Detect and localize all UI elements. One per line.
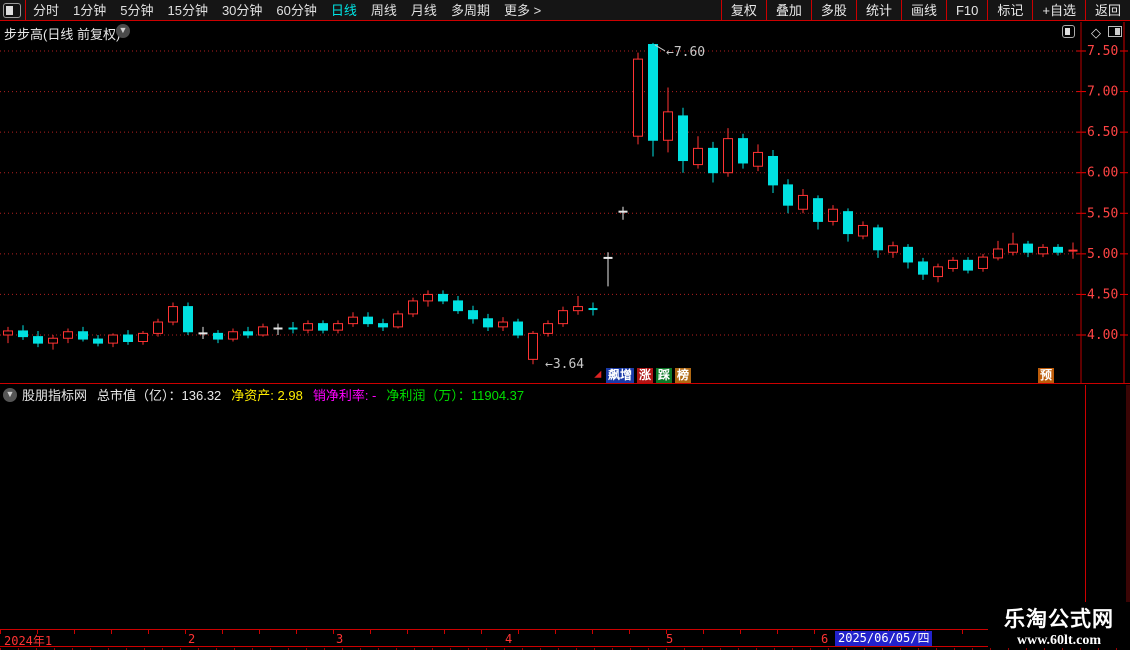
badge-涨: 涨	[637, 368, 654, 383]
status-item: 总市值（亿）：136.32	[97, 388, 222, 403]
svg-text:6.50: 6.50	[1087, 125, 1118, 140]
event-badges: 飙增涨踩榜	[594, 368, 692, 383]
menu-item-月线[interactable]: 月线	[404, 0, 444, 21]
status-item: 净资产: 2.98	[231, 388, 303, 403]
menu-item-日线[interactable]: 日线	[324, 0, 364, 21]
time-axis[interactable]: 2024年1 2 3 4 5 6 2025/06/05/四	[0, 629, 1130, 648]
svg-text:←7.60: ←7.60	[666, 45, 705, 60]
svg-text:5.00: 5.00	[1087, 247, 1118, 262]
watermark-url: www.60lt.com	[1017, 633, 1101, 648]
current-date-box: 2025/06/05/四	[835, 631, 933, 646]
watermark-title: 乐淘公式网	[1004, 608, 1114, 631]
action-menu: 复权 叠加 多股 统计 画线 F10 标记 +自选 返回	[720, 0, 1130, 21]
top-toolbar: 分时 1分钟 5分钟 15分钟 30分钟 60分钟 日线 周线 月线 多周期 更多 > 复权 叠加 多股…	[0, 0, 1130, 21]
time-axis-label: 2024年1	[4, 634, 53, 648]
forecast-badge-wrap: 预	[1038, 368, 1055, 383]
svg-text:5.50: 5.50	[1087, 206, 1118, 221]
chevron-down-icon[interactable]: ▼	[3, 387, 17, 402]
svg-text:4.50: 4.50	[1087, 287, 1118, 302]
diamond-icon[interactable]: ◇	[1091, 25, 1101, 41]
menu-item-60分钟[interactable]: 60分钟	[269, 0, 323, 21]
status-bar: ▼ 股朋指标网 总市值（亿）：136.32 净资产: 2.98 销净利率: - 净利润…	[0, 385, 1130, 404]
status-items: 总市值（亿）：136.32 净资产: 2.98 销净利率: - 净利润（万）：1190…	[97, 385, 534, 404]
chart-title[interactable]: 步步高(日线 前复权)	[4, 24, 120, 43]
badge-forecast: 预	[1038, 368, 1055, 383]
maximize-icon[interactable]	[1108, 26, 1122, 37]
candlestick-chart-area: 7.50 7.00 6.50 6.00 5.50 5.00 4.50 4.00 ←7.60 ←3.…	[0, 22, 1130, 384]
toolbar-button-标记[interactable]: 标记	[988, 0, 1032, 21]
menu-item-多周期[interactable]: 多周期	[444, 0, 497, 21]
status-item: 净利润（万）：11904.37	[386, 388, 525, 403]
svg-text:4.00: 4.00	[1087, 328, 1118, 343]
menu-item-5分钟[interactable]: 5分钟	[113, 0, 160, 21]
panel-right-border	[1085, 385, 1086, 629]
toolbar-button-返回[interactable]: 返回	[1086, 0, 1130, 21]
badge-飙增: 飙增	[606, 368, 635, 383]
brand-label: 股朋指标网	[22, 388, 88, 403]
menu-item-30分钟[interactable]: 30分钟	[215, 0, 269, 21]
svg-text:←3.64: ←3.64	[545, 357, 584, 372]
time-axis-label: 4	[505, 632, 513, 646]
svg-text:7.50: 7.50	[1087, 44, 1118, 59]
toolbar-button-多股[interactable]: 多股	[812, 0, 856, 21]
toolbar-button-F10[interactable]: F10	[947, 0, 987, 21]
watermark: 乐淘公式网 www.60lt.com	[988, 602, 1130, 648]
time-axis-label: 5	[666, 632, 674, 646]
time-axis-label: 6	[821, 632, 829, 646]
toolbar-button-复权[interactable]: 复权	[722, 0, 766, 21]
menu-item-15分钟[interactable]: 15分钟	[160, 0, 214, 21]
toolbar-button-叠加[interactable]: 叠加	[767, 0, 811, 21]
pin-panel-icon[interactable]	[1062, 25, 1075, 38]
svg-text:7.00: 7.00	[1087, 85, 1118, 100]
toolbar-button-画线[interactable]: 画线	[902, 0, 946, 21]
period-menu: 分时 1分钟 5分钟 15分钟 30分钟 60分钟 日线 周线 月线 多周期 更多 >	[26, 0, 548, 21]
chevron-down-icon[interactable]: ▼	[116, 24, 130, 38]
window-icon[interactable]	[3, 2, 21, 18]
time-axis-label: 2	[188, 632, 196, 646]
badge-踩: 踩	[656, 368, 673, 383]
status-item: 销净利率: -	[312, 388, 377, 403]
svg-text:6.00: 6.00	[1087, 166, 1118, 181]
finance-panel: 股东股份: 业绩指标: 财务指标: 财务预警: 基本面评估: ◦轻 警◦ 一般 …	[0, 404, 1085, 629]
toolbar-button-+自选[interactable]: +自选	[1033, 0, 1085, 21]
menu-item-1分钟[interactable]: 1分钟	[66, 0, 113, 21]
trading-app-window: 分时 1分钟 5分钟 15分钟 30分钟 60分钟 日线 周线 月线 多周期 更多 > 复权 叠加 多股…	[0, 0, 1130, 650]
menu-item-更多 >[interactable]: 更多 >	[497, 0, 548, 21]
candlestick-svg: 7.50 7.00 6.50 6.00 5.50 5.00 4.50 4.00 ←7.60 ←3.…	[0, 22, 1128, 384]
toolbar-button-统计[interactable]: 统计	[857, 0, 901, 21]
time-axis-label: 3	[336, 632, 344, 646]
menu-item-周线[interactable]: 周线	[364, 0, 404, 21]
menu-item-分时[interactable]: 分时	[26, 0, 66, 21]
badge-榜: 榜	[675, 368, 692, 383]
